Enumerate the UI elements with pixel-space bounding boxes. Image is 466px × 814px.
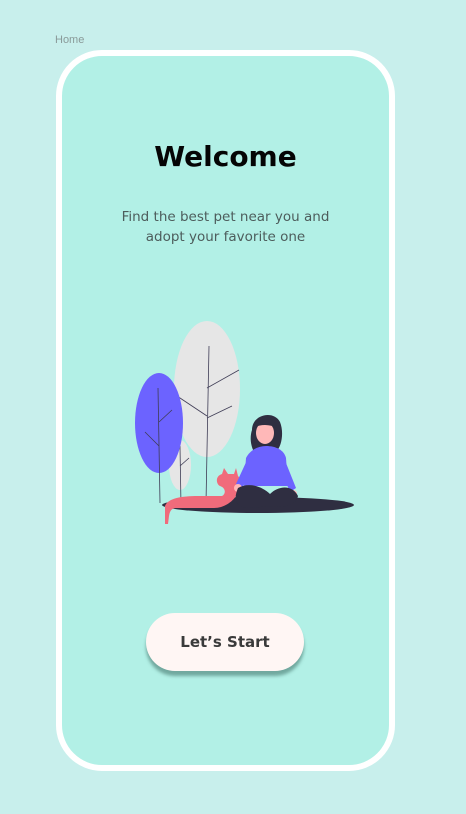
phone-screen: Welcome Find the best pet near you and a… [56,50,395,771]
woman [234,415,298,508]
welcome-title: Welcome [154,140,297,173]
welcome-subtitle: Find the best pet near you and adopt you… [121,209,330,245]
woman-with-cat-illustration [135,321,354,524]
lets-start-button[interactable]: Let’s Start [146,613,304,671]
frame-label: Home [55,34,85,46]
